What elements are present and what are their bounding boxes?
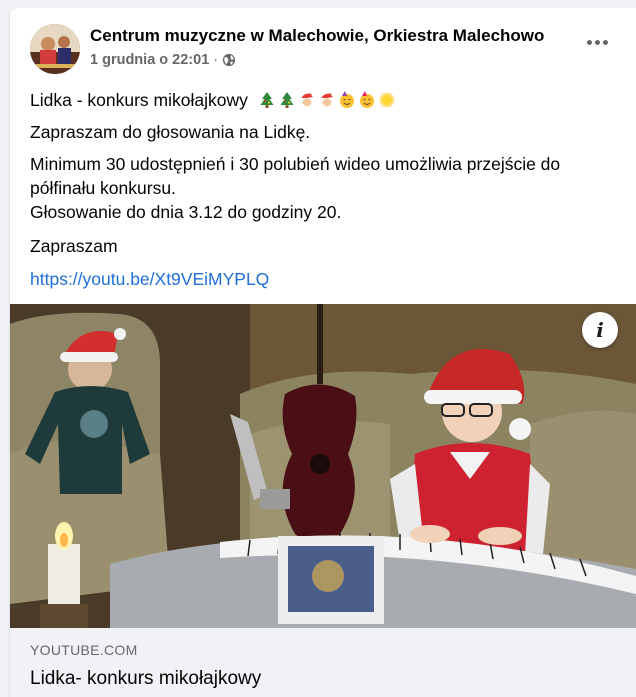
christmas-tree-icon xyxy=(280,92,294,108)
video-thumbnail[interactable] xyxy=(10,304,636,628)
post-paragraph-line: Minimum 30 udostępnień i 30 polubień wid… xyxy=(30,154,561,174)
link-preview-title[interactable]: Lidka- konkurs mikołajkowy xyxy=(30,668,261,690)
link-preview-domain: YOUTUBE.COM xyxy=(30,642,138,658)
post-paragraph-line: półfinału konkursu. xyxy=(30,178,176,198)
post-header: Centrum muzyczne w Malechowie, Orkiestra… xyxy=(10,8,636,78)
santa-face-icon xyxy=(320,93,335,108)
emoji-row xyxy=(258,91,396,109)
post-paragraph: Minimum 30 udostępnień i 30 polubień wid… xyxy=(30,152,630,224)
post-paragraph-line: Głosowanie do dnia 3.12 do godziny 20. xyxy=(30,202,342,222)
christmas-tree-icon xyxy=(260,92,274,108)
info-icon[interactable]: i xyxy=(582,312,618,348)
more-horizontal-icon[interactable] xyxy=(582,30,612,54)
post-paragraph: Zapraszam xyxy=(30,236,118,256)
youtube-link[interactable]: https://youtu.be/Xt9VEiMYPLQ xyxy=(30,267,269,291)
santa-face-icon xyxy=(300,93,315,108)
post-title-text: Lidka - konkurs mikołajkowy xyxy=(30,90,248,110)
page-name-link[interactable]: Centrum muzyczne w Malechowie, Orkiestra… xyxy=(90,26,544,46)
post-card: Centrum muzyczne w Malechowie, Orkiestra… xyxy=(10,8,636,697)
sun-icon xyxy=(379,92,395,108)
post-paragraph: Zapraszam do głosowania na Lidkę. xyxy=(30,122,311,142)
party-face-icon xyxy=(339,91,354,108)
party-face-icon xyxy=(359,91,374,108)
post-title-line: Lidka - konkurs mikołajkowy xyxy=(30,88,396,112)
meta-separator: · xyxy=(213,52,219,68)
post-meta: 1 grudnia o 22:01 · xyxy=(90,52,236,68)
link-preview-footer[interactable]: YOUTUBE.COM Lidka- konkurs mikołajkowy xyxy=(10,628,636,697)
globe-icon[interactable] xyxy=(222,53,236,67)
post-timestamp[interactable]: 1 grudnia o 22:01 xyxy=(90,52,209,68)
page-avatar[interactable] xyxy=(30,24,80,74)
